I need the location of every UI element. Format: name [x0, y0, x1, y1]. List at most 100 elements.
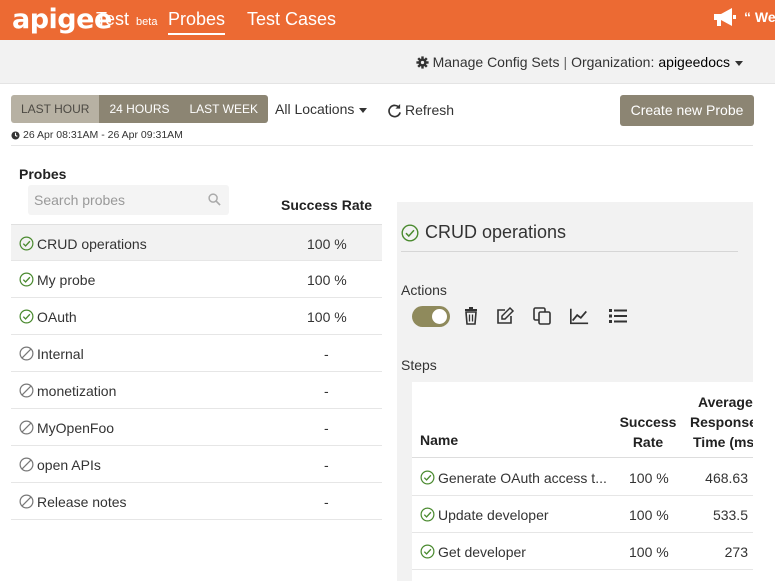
create-new-probe-button[interactable]: Create new Probe [620, 95, 754, 126]
search-icon[interactable] [208, 193, 221, 206]
caret-down-icon [735, 60, 743, 66]
header-line: Rate [632, 434, 664, 450]
megaphone-icon[interactable] [712, 6, 738, 28]
config-bar: Manage Config Sets | Organization: apige… [0, 40, 775, 84]
probe-row[interactable]: My probe 100 % [11, 261, 382, 298]
probe-success-rate: - [324, 457, 329, 473]
check-circle-icon [420, 507, 435, 522]
probe-row[interactable]: monetization - [11, 372, 382, 409]
probe-name: monetization [37, 383, 117, 399]
step-avg-response-time: 468.63 [705, 470, 748, 486]
chart-icon[interactable] [569, 306, 589, 326]
step-avg-response-time: 533.5 [712, 507, 748, 523]
probe-row[interactable]: CRUD operations 100 % [11, 224, 382, 261]
refresh-button[interactable]: Refresh [387, 102, 454, 118]
success-rate-column-header[interactable]: Success Rate [612, 412, 684, 452]
search-probes-input[interactable] [28, 185, 203, 215]
divider [11, 145, 753, 146]
disabled-circle-icon [19, 457, 34, 472]
locations-label: All Locations [275, 101, 355, 117]
avg-response-time-column-header[interactable]: Average Response Time (ms) [690, 392, 753, 452]
probe-enable-toggle[interactable] [412, 306, 450, 327]
check-circle-icon [401, 223, 419, 242]
disabled-circle-icon [19, 383, 34, 398]
probe-details-panel: CRUD operations Actions Steps Name Succe [397, 202, 753, 581]
steps-table-header: Name Success Rate Average Response Time … [412, 382, 753, 458]
success-rate-column-header: Success Rate [281, 197, 373, 213]
probe-row[interactable]: Release notes - [11, 483, 382, 520]
probe-search-box [28, 185, 229, 215]
nav-tab-probes[interactable]: Probes [168, 9, 226, 35]
check-circle-icon [420, 470, 435, 485]
edit-icon[interactable] [495, 306, 515, 326]
probe-success-rate: - [324, 494, 329, 510]
probe-name: open APIs [37, 457, 101, 473]
probe-details-title: CRUD operations [401, 222, 566, 243]
check-circle-icon [19, 272, 34, 287]
probe-success-rate: - [324, 420, 329, 436]
probe-name: OAuth [37, 309, 77, 325]
probe-success-rate: 100 % [307, 272, 347, 288]
range-option-last-week[interactable]: LAST WEEK [179, 95, 268, 123]
probe-name: CRUD operations [37, 236, 147, 252]
header-line: Success [619, 414, 677, 430]
probe-row[interactable]: MyOpenFoo - [11, 409, 382, 446]
time-range-text: 26 Apr 08:31AM - 26 Apr 09:31AM [23, 129, 183, 141]
range-option-last-hour[interactable]: LAST HOUR [11, 95, 100, 123]
step-name: Update developer [438, 507, 549, 523]
header-line: Response [690, 414, 753, 430]
refresh-label: Refresh [405, 102, 455, 118]
probe-name: Release notes [37, 494, 127, 510]
manage-config-sets-link[interactable]: Manage Config Sets [433, 54, 560, 70]
header-line: Time (ms) [693, 434, 753, 450]
org-config-line: Manage Config Sets | Organization: apige… [416, 54, 743, 70]
range-option-24-hours[interactable]: 24 HOURS [99, 95, 180, 123]
probe-success-rate: 100 % [307, 309, 347, 325]
probe-success-rate: - [324, 383, 329, 399]
organization-dropdown[interactable]: apigeedocs [658, 54, 743, 70]
probes-heading: Probes [19, 166, 67, 182]
organization-label: Organization: [571, 54, 655, 70]
name-column-header[interactable]: Name [420, 432, 458, 448]
refresh-icon [388, 103, 401, 117]
trash-icon[interactable] [461, 306, 481, 326]
gear-icon [416, 55, 429, 69]
clock-icon [11, 130, 20, 140]
step-row[interactable]: Generate OAuth access t... 100 % 468.63 [412, 459, 753, 496]
probe-success-rate: - [324, 346, 329, 362]
probe-row[interactable]: open APIs - [11, 446, 382, 483]
steps-table: Name Success Rate Average Response Time … [412, 382, 753, 581]
probe-list: CRUD operations 100 % My probe 100 % OAuth 10… [11, 224, 382, 520]
list-icon[interactable] [608, 306, 628, 326]
test-label: Test [96, 9, 130, 29]
separator: | [563, 54, 568, 70]
beta-badge: beta [136, 16, 158, 28]
toggle-knob [432, 309, 447, 324]
probe-details-name: CRUD operations [425, 222, 567, 242]
locations-dropdown[interactable]: All Locations [275, 101, 368, 117]
probe-row[interactable]: OAuth 100 % [11, 298, 382, 335]
time-range-selector: LAST HOUR 24 HOURS LAST WEEK [11, 95, 268, 123]
probe-success-rate: 100 % [307, 236, 347, 252]
nav-tab-test-cases[interactable]: Test Cases [247, 9, 336, 30]
check-circle-icon [19, 309, 34, 324]
step-success-rate: 100 % [629, 544, 669, 560]
header-line: Average [698, 394, 753, 410]
disabled-circle-icon [19, 420, 34, 435]
check-circle-icon [19, 236, 34, 251]
copy-icon[interactable] [532, 306, 552, 326]
probe-row[interactable]: Internal - [11, 335, 382, 372]
step-row[interactable]: Update developer 100 % 533.5 [412, 496, 753, 533]
step-name: Generate OAuth access t... [438, 470, 607, 486]
step-avg-response-time: 273 [724, 544, 748, 560]
check-circle-icon [420, 544, 435, 559]
steps-label: Steps [401, 357, 437, 373]
step-row[interactable]: Get developer 100 % 273 [412, 533, 753, 570]
test-beta-label: Test beta [96, 9, 157, 30]
organization-value: apigeedocs [658, 54, 730, 70]
step-success-rate: 100 % [629, 507, 669, 523]
probe-name: MyOpenFoo [37, 420, 115, 436]
probe-name: Internal [37, 346, 84, 362]
disabled-circle-icon [19, 346, 34, 361]
probe-name: My probe [37, 272, 96, 288]
